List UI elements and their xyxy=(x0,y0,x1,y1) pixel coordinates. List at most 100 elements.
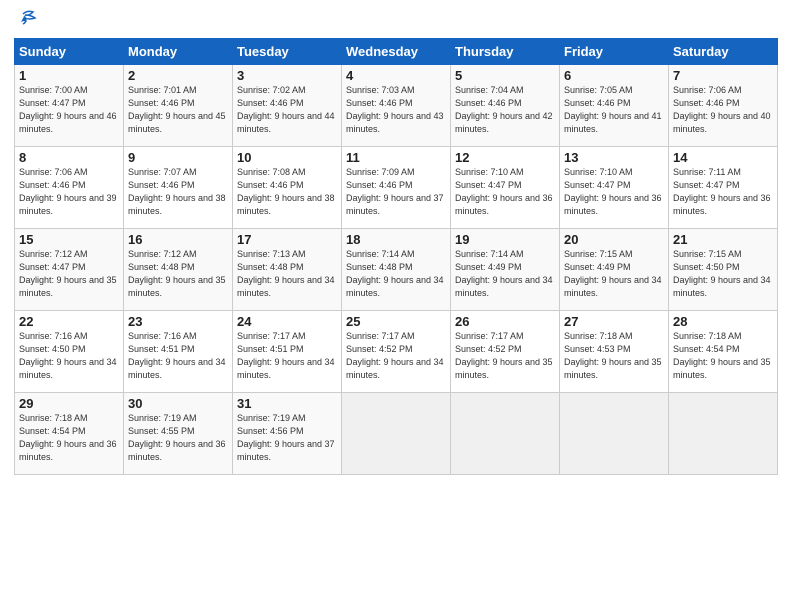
calendar-cell: 18Sunrise: 7:14 AMSunset: 4:48 PMDayligh… xyxy=(342,229,451,311)
day-info: Sunrise: 7:19 AMSunset: 4:56 PMDaylight:… xyxy=(237,412,337,464)
day-info: Sunrise: 7:19 AMSunset: 4:55 PMDaylight:… xyxy=(128,412,228,464)
calendar-cell: 3Sunrise: 7:02 AMSunset: 4:46 PMDaylight… xyxy=(233,65,342,147)
calendar-cell: 7Sunrise: 7:06 AMSunset: 4:46 PMDaylight… xyxy=(669,65,778,147)
calendar-cell: 25Sunrise: 7:17 AMSunset: 4:52 PMDayligh… xyxy=(342,311,451,393)
day-info: Sunrise: 7:06 AMSunset: 4:46 PMDaylight:… xyxy=(19,166,119,218)
day-number: 29 xyxy=(19,396,119,411)
calendar-cell: 15Sunrise: 7:12 AMSunset: 4:47 PMDayligh… xyxy=(15,229,124,311)
day-number: 5 xyxy=(455,68,555,83)
calendar-cell xyxy=(560,393,669,475)
calendar-cell: 21Sunrise: 7:15 AMSunset: 4:50 PMDayligh… xyxy=(669,229,778,311)
calendar-cell: 2Sunrise: 7:01 AMSunset: 4:46 PMDaylight… xyxy=(124,65,233,147)
col-header-thursday: Thursday xyxy=(451,39,560,65)
day-number: 27 xyxy=(564,314,664,329)
calendar-row: 29Sunrise: 7:18 AMSunset: 4:54 PMDayligh… xyxy=(15,393,778,475)
day-number: 28 xyxy=(673,314,773,329)
day-info: Sunrise: 7:06 AMSunset: 4:46 PMDaylight:… xyxy=(673,84,773,136)
calendar-cell xyxy=(451,393,560,475)
day-info: Sunrise: 7:04 AMSunset: 4:46 PMDaylight:… xyxy=(455,84,555,136)
day-number: 12 xyxy=(455,150,555,165)
calendar-cell: 8Sunrise: 7:06 AMSunset: 4:46 PMDaylight… xyxy=(15,147,124,229)
day-number: 7 xyxy=(673,68,773,83)
day-number: 1 xyxy=(19,68,119,83)
col-header-monday: Monday xyxy=(124,39,233,65)
calendar-cell: 22Sunrise: 7:16 AMSunset: 4:50 PMDayligh… xyxy=(15,311,124,393)
day-info: Sunrise: 7:17 AMSunset: 4:52 PMDaylight:… xyxy=(346,330,446,382)
day-number: 21 xyxy=(673,232,773,247)
day-number: 26 xyxy=(455,314,555,329)
day-number: 20 xyxy=(564,232,664,247)
day-info: Sunrise: 7:08 AMSunset: 4:46 PMDaylight:… xyxy=(237,166,337,218)
day-info: Sunrise: 7:12 AMSunset: 4:47 PMDaylight:… xyxy=(19,248,119,300)
day-info: Sunrise: 7:14 AMSunset: 4:48 PMDaylight:… xyxy=(346,248,446,300)
calendar-cell: 11Sunrise: 7:09 AMSunset: 4:46 PMDayligh… xyxy=(342,147,451,229)
day-info: Sunrise: 7:10 AMSunset: 4:47 PMDaylight:… xyxy=(455,166,555,218)
page-container: SundayMondayTuesdayWednesdayThursdayFrid… xyxy=(0,0,792,481)
calendar-cell: 13Sunrise: 7:10 AMSunset: 4:47 PMDayligh… xyxy=(560,147,669,229)
calendar-cell: 28Sunrise: 7:18 AMSunset: 4:54 PMDayligh… xyxy=(669,311,778,393)
calendar-cell: 29Sunrise: 7:18 AMSunset: 4:54 PMDayligh… xyxy=(15,393,124,475)
calendar-cell: 19Sunrise: 7:14 AMSunset: 4:49 PMDayligh… xyxy=(451,229,560,311)
day-number: 16 xyxy=(128,232,228,247)
calendar-cell: 20Sunrise: 7:15 AMSunset: 4:49 PMDayligh… xyxy=(560,229,669,311)
day-number: 24 xyxy=(237,314,337,329)
col-header-tuesday: Tuesday xyxy=(233,39,342,65)
calendar-cell: 5Sunrise: 7:04 AMSunset: 4:46 PMDaylight… xyxy=(451,65,560,147)
day-info: Sunrise: 7:16 AMSunset: 4:50 PMDaylight:… xyxy=(19,330,119,382)
day-info: Sunrise: 7:03 AMSunset: 4:46 PMDaylight:… xyxy=(346,84,446,136)
calendar-cell: 10Sunrise: 7:08 AMSunset: 4:46 PMDayligh… xyxy=(233,147,342,229)
day-info: Sunrise: 7:11 AMSunset: 4:47 PMDaylight:… xyxy=(673,166,773,218)
day-info: Sunrise: 7:00 AMSunset: 4:47 PMDaylight:… xyxy=(19,84,119,136)
col-header-friday: Friday xyxy=(560,39,669,65)
calendar-cell: 4Sunrise: 7:03 AMSunset: 4:46 PMDaylight… xyxy=(342,65,451,147)
calendar-cell: 23Sunrise: 7:16 AMSunset: 4:51 PMDayligh… xyxy=(124,311,233,393)
calendar-row: 22Sunrise: 7:16 AMSunset: 4:50 PMDayligh… xyxy=(15,311,778,393)
day-info: Sunrise: 7:15 AMSunset: 4:50 PMDaylight:… xyxy=(673,248,773,300)
day-number: 8 xyxy=(19,150,119,165)
calendar-row: 15Sunrise: 7:12 AMSunset: 4:47 PMDayligh… xyxy=(15,229,778,311)
calendar-cell: 31Sunrise: 7:19 AMSunset: 4:56 PMDayligh… xyxy=(233,393,342,475)
day-number: 2 xyxy=(128,68,228,83)
calendar-cell: 17Sunrise: 7:13 AMSunset: 4:48 PMDayligh… xyxy=(233,229,342,311)
calendar-cell: 24Sunrise: 7:17 AMSunset: 4:51 PMDayligh… xyxy=(233,311,342,393)
day-number: 25 xyxy=(346,314,446,329)
day-number: 9 xyxy=(128,150,228,165)
calendar-cell: 16Sunrise: 7:12 AMSunset: 4:48 PMDayligh… xyxy=(124,229,233,311)
day-number: 14 xyxy=(673,150,773,165)
logo xyxy=(14,10,38,30)
calendar-cell: 1Sunrise: 7:00 AMSunset: 4:47 PMDaylight… xyxy=(15,65,124,147)
col-header-sunday: Sunday xyxy=(15,39,124,65)
day-number: 31 xyxy=(237,396,337,411)
day-info: Sunrise: 7:07 AMSunset: 4:46 PMDaylight:… xyxy=(128,166,228,218)
calendar-cell xyxy=(342,393,451,475)
calendar-cell: 12Sunrise: 7:10 AMSunset: 4:47 PMDayligh… xyxy=(451,147,560,229)
day-info: Sunrise: 7:15 AMSunset: 4:49 PMDaylight:… xyxy=(564,248,664,300)
calendar-cell: 27Sunrise: 7:18 AMSunset: 4:53 PMDayligh… xyxy=(560,311,669,393)
day-number: 3 xyxy=(237,68,337,83)
day-info: Sunrise: 7:18 AMSunset: 4:53 PMDaylight:… xyxy=(564,330,664,382)
col-header-wednesday: Wednesday xyxy=(342,39,451,65)
day-number: 11 xyxy=(346,150,446,165)
day-info: Sunrise: 7:17 AMSunset: 4:51 PMDaylight:… xyxy=(237,330,337,382)
day-number: 30 xyxy=(128,396,228,411)
logo-bird-icon xyxy=(15,10,37,30)
day-number: 22 xyxy=(19,314,119,329)
day-number: 10 xyxy=(237,150,337,165)
calendar-row: 8Sunrise: 7:06 AMSunset: 4:46 PMDaylight… xyxy=(15,147,778,229)
calendar-cell xyxy=(669,393,778,475)
calendar-cell: 9Sunrise: 7:07 AMSunset: 4:46 PMDaylight… xyxy=(124,147,233,229)
day-info: Sunrise: 7:18 AMSunset: 4:54 PMDaylight:… xyxy=(19,412,119,464)
day-info: Sunrise: 7:01 AMSunset: 4:46 PMDaylight:… xyxy=(128,84,228,136)
day-number: 19 xyxy=(455,232,555,247)
calendar-cell: 30Sunrise: 7:19 AMSunset: 4:55 PMDayligh… xyxy=(124,393,233,475)
calendar-table: SundayMondayTuesdayWednesdayThursdayFrid… xyxy=(14,38,778,475)
calendar-cell: 6Sunrise: 7:05 AMSunset: 4:46 PMDaylight… xyxy=(560,65,669,147)
day-info: Sunrise: 7:10 AMSunset: 4:47 PMDaylight:… xyxy=(564,166,664,218)
day-number: 17 xyxy=(237,232,337,247)
day-info: Sunrise: 7:12 AMSunset: 4:48 PMDaylight:… xyxy=(128,248,228,300)
page-header xyxy=(14,10,778,30)
day-info: Sunrise: 7:02 AMSunset: 4:46 PMDaylight:… xyxy=(237,84,337,136)
day-number: 13 xyxy=(564,150,664,165)
day-info: Sunrise: 7:14 AMSunset: 4:49 PMDaylight:… xyxy=(455,248,555,300)
day-number: 6 xyxy=(564,68,664,83)
